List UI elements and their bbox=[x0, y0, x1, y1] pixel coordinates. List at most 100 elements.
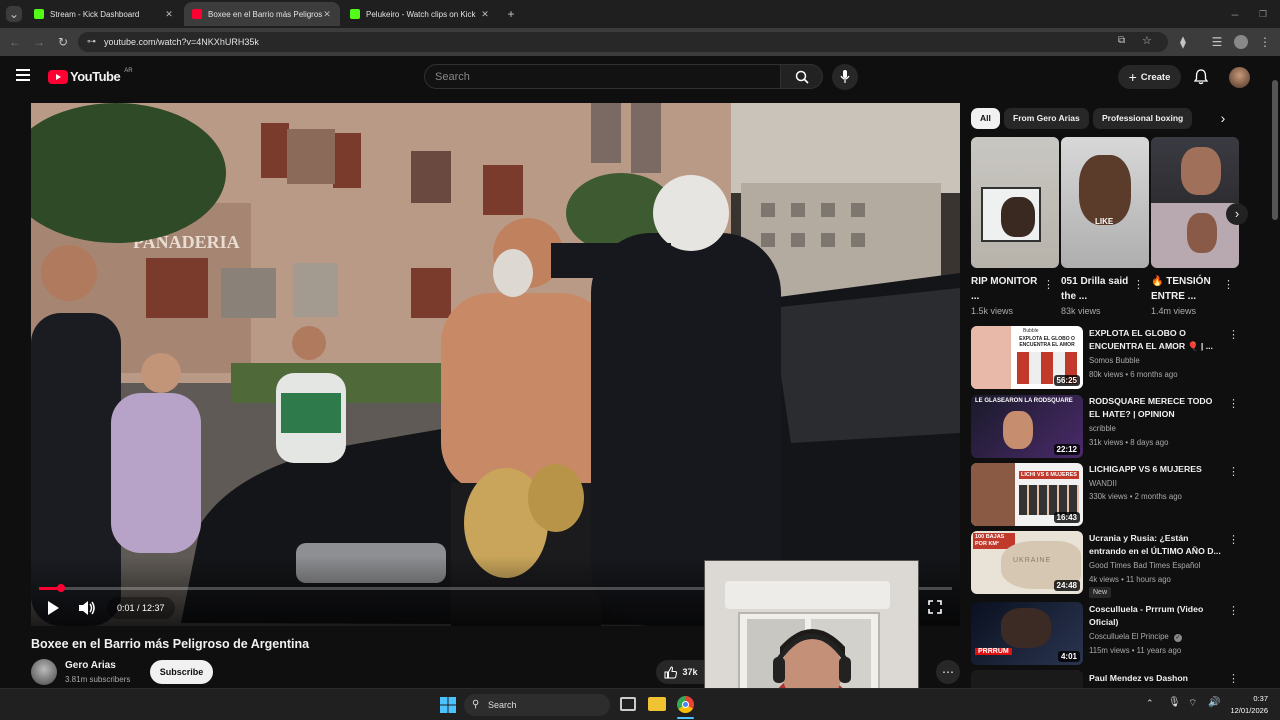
close-icon[interactable]: ✕ bbox=[480, 9, 490, 20]
recommended-channel[interactable]: Good Times Bad Times Español bbox=[1089, 561, 1200, 570]
page-scrollbar[interactable] bbox=[1270, 60, 1280, 688]
speaker-icon[interactable]: 🔊 bbox=[1208, 697, 1220, 708]
restore-icon[interactable]: ❐ bbox=[1256, 7, 1270, 21]
short-title[interactable]: 🔥 TENSIÓN ENTRE ... bbox=[1151, 274, 1221, 304]
recommended-thumbnail[interactable]: Bubble EXPLOTA EL GLOBO O ENCUENTRA EL A… bbox=[971, 326, 1083, 389]
search-button[interactable] bbox=[781, 64, 823, 89]
forward-icon[interactable]: → bbox=[32, 35, 46, 49]
duration-badge: 4:01 bbox=[1057, 651, 1080, 662]
close-icon[interactable]: ✕ bbox=[322, 9, 332, 20]
recommended-menu-icon[interactable]: ⋮ bbox=[1228, 672, 1239, 685]
reload-icon[interactable]: ↻ bbox=[56, 35, 70, 49]
short-menu-icon[interactable]: ⋮ bbox=[1133, 278, 1144, 291]
recommended-channel[interactable]: Cosculluela El Principe ✓ bbox=[1089, 632, 1182, 642]
recommended-menu-icon[interactable]: ⋮ bbox=[1228, 604, 1239, 617]
subscribe-button[interactable]: Subscribe bbox=[150, 660, 213, 684]
create-button[interactable]: + Create bbox=[1118, 65, 1181, 89]
recommended-menu-icon[interactable]: ⋮ bbox=[1228, 465, 1239, 478]
browser-toolbar: ← → ↻ ⊶ youtube.com/watch?v=4NKXhURH35k … bbox=[0, 28, 1280, 56]
short-thumbnail[interactable] bbox=[1151, 137, 1239, 268]
extensions-icon[interactable]: ⧫ bbox=[1176, 35, 1190, 49]
chip-from-channel[interactable]: From Gero Arias bbox=[1004, 108, 1089, 129]
site-info-icon[interactable]: ⊶ bbox=[87, 36, 96, 47]
recommended-title[interactable]: RODSQUARE MERECE TODO EL HATE? | OPINION bbox=[1089, 395, 1223, 421]
recommended-thumbnail[interactable]: PRRRUM 4:01 bbox=[971, 602, 1083, 665]
scrubber-handle[interactable] bbox=[57, 584, 65, 592]
recommended-thumbnail[interactable]: 100 BAJAS POR KM² UKRAINE 24:48 bbox=[971, 531, 1083, 594]
recommended-title[interactable]: Paul Mendez vs Dashon bbox=[1089, 672, 1223, 685]
recommended-menu-icon[interactable]: ⋮ bbox=[1228, 328, 1239, 341]
volume-icon[interactable] bbox=[78, 600, 96, 616]
cast-icon[interactable]: ⧉ bbox=[1118, 35, 1125, 46]
recommended-thumbnail[interactable]: LICHI VS 6 MUJERES 16:43 bbox=[971, 463, 1083, 526]
play-icon[interactable] bbox=[46, 600, 60, 616]
recommended-menu-icon[interactable]: ⋮ bbox=[1228, 397, 1239, 410]
voice-search-button[interactable] bbox=[832, 64, 858, 90]
video-frame: PANADERIA bbox=[31, 103, 960, 626]
recommended-channel[interactable]: WANDII bbox=[1089, 479, 1117, 488]
chevron-up-icon[interactable]: ⌃ bbox=[1146, 698, 1154, 709]
new-badge: New bbox=[1089, 587, 1112, 598]
browser-menu-icon[interactable]: ⋮ bbox=[1258, 35, 1272, 49]
bookmark-star-icon[interactable]: ☆ bbox=[1142, 34, 1152, 47]
scroll-thumb[interactable] bbox=[1272, 80, 1278, 220]
like-button[interactable]: 37k bbox=[656, 660, 706, 684]
tab-kick-dashboard[interactable]: Stream - Kick Dashboard ✕ bbox=[26, 2, 182, 26]
minimize-icon[interactable]: – bbox=[1228, 7, 1242, 21]
more-actions-button[interactable]: ⋯ bbox=[936, 660, 960, 684]
recommended-meta: 115m views • 11 years ago bbox=[1089, 646, 1182, 655]
close-icon[interactable]: ✕ bbox=[164, 9, 174, 20]
reading-list-icon[interactable]: ☰ bbox=[1210, 35, 1224, 49]
search-input[interactable] bbox=[425, 65, 780, 88]
recommended-title[interactable]: EXPLOTA EL GLOBO O ENCUENTRA EL AMOR 🎈 |… bbox=[1089, 327, 1223, 353]
chevron-right-icon[interactable]: › bbox=[1212, 108, 1234, 129]
profile-avatar[interactable] bbox=[1234, 35, 1248, 49]
recommended-title[interactable]: LICHIGAPP VS 6 MUJERES bbox=[1089, 463, 1223, 476]
recommended-title[interactable]: Ucrania y Rusia: ¿Están entrando en el Ú… bbox=[1089, 532, 1223, 558]
new-tab-icon[interactable]: + bbox=[504, 7, 518, 21]
notifications-bell-icon[interactable] bbox=[1194, 69, 1208, 85]
channel-name[interactable]: Gero Arias bbox=[65, 660, 116, 671]
short-views: 83k views bbox=[1061, 306, 1101, 316]
thumb-text: LE GLASEARON LA RODSQUARE bbox=[975, 398, 1073, 404]
short-thumbnail[interactable]: LIKE bbox=[1061, 137, 1149, 268]
short-menu-icon[interactable]: ⋮ bbox=[1043, 278, 1054, 291]
network-icon[interactable]: ⌔ bbox=[1188, 697, 1197, 710]
account-avatar[interactable] bbox=[1229, 67, 1250, 88]
short-thumbnail[interactable] bbox=[971, 137, 1059, 268]
youtube-logo[interactable]: YouTube AR bbox=[48, 68, 133, 84]
tab-kick-clips[interactable]: Pelukeiro - Watch clips on Kick ✕ bbox=[342, 2, 498, 26]
chip-professional-boxing[interactable]: Professional boxing bbox=[1093, 108, 1193, 129]
recommended-channel[interactable]: Somos Bubble bbox=[1089, 356, 1140, 365]
back-icon[interactable]: ← bbox=[8, 35, 22, 49]
recommended-thumbnail[interactable]: LE GLASEARON LA RODSQUARE 22:12 bbox=[971, 395, 1083, 458]
short-title[interactable]: 051 Drilla said the ... bbox=[1061, 274, 1131, 304]
file-explorer-icon[interactable] bbox=[648, 697, 666, 711]
recommended-channel[interactable]: scribble bbox=[1089, 424, 1116, 433]
task-view-icon[interactable] bbox=[620, 697, 636, 711]
short-face-shape bbox=[1001, 197, 1035, 237]
recommended-thumbnail[interactable] bbox=[971, 670, 1083, 688]
microphone-icon[interactable]: 🎙 bbox=[1168, 697, 1181, 708]
fullscreen-icon[interactable] bbox=[928, 600, 942, 614]
video-player[interactable]: PANADERIA 0:01 / 12:37 bbox=[31, 103, 960, 626]
chrome-icon[interactable] bbox=[677, 696, 694, 713]
taskbar-search-label: Search bbox=[488, 700, 517, 710]
short-menu-icon[interactable]: ⋮ bbox=[1223, 278, 1234, 291]
recommended-title[interactable]: Cosculluela - Prrrum (Video Oficial) bbox=[1089, 603, 1223, 629]
recommended-menu-icon[interactable]: ⋮ bbox=[1228, 533, 1239, 546]
channel-avatar[interactable] bbox=[31, 659, 57, 685]
windows-start-icon[interactable] bbox=[440, 697, 456, 713]
chip-all[interactable]: All bbox=[971, 108, 1000, 129]
taskbar-clock[interactable]: 0:37 12/01/2026 bbox=[1230, 693, 1268, 717]
tab-youtube-video[interactable]: Boxee en el Barrio más Peligroso ✕ bbox=[184, 2, 340, 26]
time-display: 0:01 / 12:37 bbox=[107, 597, 175, 619]
tab-search-icon[interactable]: ⌄ bbox=[6, 6, 22, 22]
address-bar[interactable]: ⊶ youtube.com/watch?v=4NKXhURH35k ⧉ ☆ bbox=[78, 32, 1168, 52]
taskbar-search[interactable]: ⚲ Search bbox=[464, 694, 610, 716]
guide-menu-icon[interactable] bbox=[16, 69, 30, 81]
short-title[interactable]: RIP MONITOR ... bbox=[971, 274, 1041, 304]
recommended-meta: 31k views • 8 days ago bbox=[1089, 438, 1169, 447]
shorts-next-icon[interactable]: › bbox=[1226, 203, 1248, 225]
clock-date: 12/01/2026 bbox=[1230, 706, 1268, 715]
